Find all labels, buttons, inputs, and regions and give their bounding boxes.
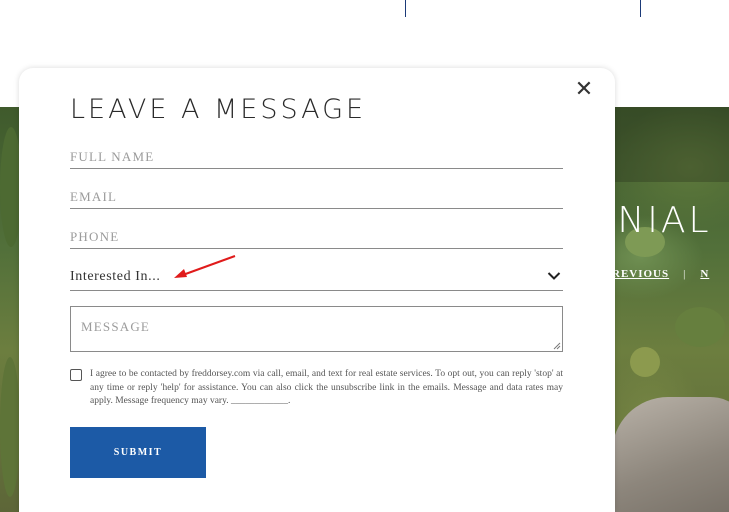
interested-in-select[interactable]: Interested In... xyxy=(70,266,563,291)
message-textarea[interactable] xyxy=(70,306,563,352)
header-divider xyxy=(405,0,406,17)
foliage xyxy=(630,347,660,377)
annotation-arrow-icon xyxy=(174,255,236,278)
hero-nav: REVIOUS | N xyxy=(612,268,709,280)
consent-checkbox[interactable] xyxy=(70,369,82,381)
interested-in-value: Interested In... xyxy=(70,269,161,284)
full-name-input[interactable] xyxy=(70,146,563,169)
email-input[interactable] xyxy=(70,186,563,209)
foliage xyxy=(0,357,20,497)
next-link[interactable]: N xyxy=(700,268,709,280)
phone-input[interactable] xyxy=(70,226,563,249)
nav-separator: | xyxy=(683,268,687,280)
chevron-down-icon xyxy=(547,272,561,280)
resize-handle-icon[interactable] xyxy=(553,342,561,350)
consent-text: I agree to be contacted by freddorsey.co… xyxy=(90,369,563,406)
submit-button[interactable]: SUBMIT xyxy=(70,427,206,478)
modal-title: LEAVE A MESSAGE xyxy=(70,94,367,125)
foliage xyxy=(675,307,725,347)
previous-link[interactable]: REVIOUS xyxy=(612,268,669,280)
hero-rock xyxy=(612,397,729,512)
header-divider xyxy=(640,0,641,17)
hero-tree-canopy xyxy=(612,107,729,182)
close-icon[interactable]: ✕ xyxy=(574,79,594,101)
